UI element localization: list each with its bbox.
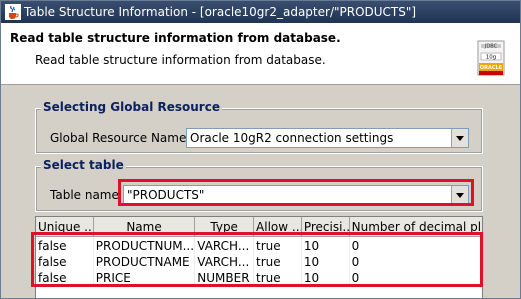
cell-unique: false <box>36 270 94 286</box>
table-row[interactable]: false PRODUCTNAME VARCH... true 10 0 <box>36 254 482 270</box>
cell-unique: false <box>36 254 94 270</box>
logo-oracle-text: ORACLE <box>480 65 503 71</box>
cell-allow-null: true <box>254 238 302 254</box>
table-name-select[interactable]: "PRODUCTS" <box>123 185 469 205</box>
table-name-label: Table name <box>50 188 119 202</box>
cell-decimal-places: 0 <box>351 255 360 269</box>
cell-precision: 10 <box>302 270 350 286</box>
select-table-group: Select table Table name "PRODUCTS" <box>35 158 483 212</box>
cell-unique: false <box>36 238 94 254</box>
global-resource-value: Oracle 10gR2 connection settings <box>190 131 394 145</box>
java-cup-icon <box>5 4 21 20</box>
header-title: Read table structure information from da… <box>10 31 341 45</box>
table-name-value: "PRODUCTS" <box>127 188 205 202</box>
table-row[interactable]: false PRICE NUMBER true 10 0 <box>36 270 482 286</box>
cell-type: NUMBER <box>195 270 255 286</box>
table-header: Unique ... Name Type Allow ... Precisi..… <box>36 217 482 237</box>
logo-jdbc-text: JDBC <box>484 44 498 50</box>
cell-name: PRODUCTNAME <box>94 254 196 270</box>
logo-version-text: 10g <box>486 55 497 61</box>
content-area: Selecting Global Resource Global Resourc… <box>1 86 520 298</box>
cell-precision: 10 <box>302 238 350 254</box>
cell-name: PRODUCTNUM... <box>95 238 196 254</box>
column-header-precision[interactable]: Precisi... <box>302 217 350 237</box>
cell-precision: 10 <box>302 254 350 270</box>
cell-decimal-places: 0 <box>351 271 360 285</box>
window-title: Table Structure Information - [oracle10g… <box>24 5 417 19</box>
cell-type: VARCH... <box>195 238 255 254</box>
column-header-unique[interactable]: Unique ... <box>36 217 94 237</box>
table-name-dropdown-arrow-icon[interactable] <box>451 186 468 204</box>
global-resource-dropdown-arrow-icon[interactable] <box>451 129 468 147</box>
cell-allow-null: true <box>254 270 302 286</box>
title-bar[interactable]: Table Structure Information - [oracle10g… <box>1 1 520 23</box>
cell-decimal-places: 0 <box>351 239 360 253</box>
column-header-allow-null[interactable]: Allow ... <box>254 217 302 237</box>
cell-name: PRICE <box>94 270 196 286</box>
column-header-decimal-places[interactable]: Number of decimal pl... <box>350 217 482 237</box>
cell-allow-null: true <box>254 254 302 270</box>
column-header-name[interactable]: Name <box>94 217 196 237</box>
column-header-type[interactable]: Type <box>195 217 255 237</box>
cell-type: VARCH... <box>195 254 255 270</box>
table-row[interactable]: false PRODUCTNUM... VARCH... true 10 0 <box>36 238 482 254</box>
column-table[interactable]: Unique ... Name Type Allow ... Precisi..… <box>35 216 483 298</box>
table-structure-window: Table Structure Information - [oracle10g… <box>0 0 521 299</box>
jdbc-oracle-logo-icon: JDBC 10g ORACLE <box>477 40 505 76</box>
global-resource-select[interactable]: Oracle 10gR2 connection settings <box>186 128 469 148</box>
header-panel: Read table structure information from da… <box>1 23 520 85</box>
select-table-group-label: Select table <box>41 158 126 172</box>
header-description: Read table structure information from da… <box>35 53 326 67</box>
global-resource-group: Selecting Global Resource Global Resourc… <box>35 100 483 154</box>
global-resource-group-label: Selecting Global Resource <box>41 100 222 114</box>
global-resource-name-label: Global Resource Name <box>50 131 187 145</box>
